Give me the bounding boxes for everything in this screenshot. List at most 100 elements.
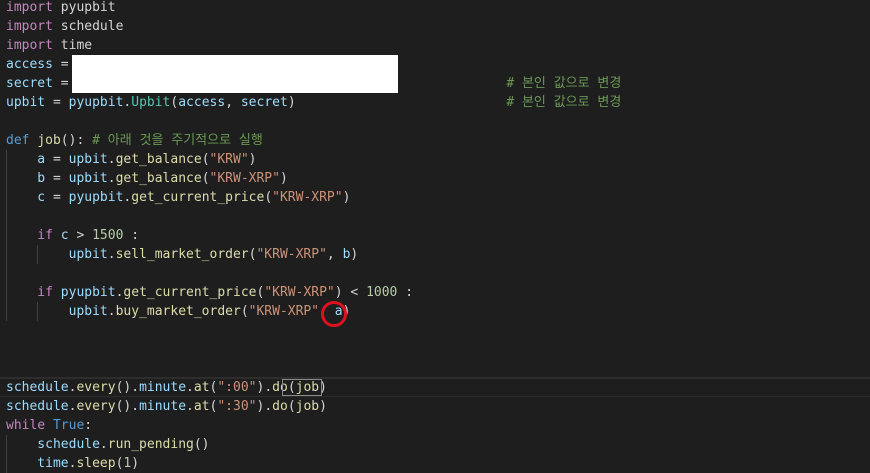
code-token: upbit	[68, 171, 108, 186]
code-token: ()	[193, 437, 210, 452]
code-token: sleep	[76, 456, 116, 471]
code-token: .	[107, 152, 116, 167]
code-token: schedule	[6, 437, 100, 452]
code-line[interactable]	[0, 340, 870, 359]
code-token: (	[287, 399, 296, 414]
code-line[interactable]	[0, 112, 870, 131]
code-line[interactable]: import time	[0, 36, 870, 55]
code-line[interactable]: schedule.every().minute.at(":30").do(job…	[0, 397, 870, 416]
code-token: every	[76, 399, 116, 414]
code-token: pyupbit	[60, 285, 116, 300]
code-line[interactable]: c = pyupbit.get_current_price("KRW-XRP")	[0, 188, 870, 207]
code-token: do	[272, 399, 288, 414]
indent-guide	[6, 207, 7, 226]
code-token: =	[45, 152, 69, 167]
code-text: a = upbit.get_balance("KRW")	[6, 150, 256, 169]
code-line[interactable]: if pyupbit.get_current_price("KRW-XRP") …	[0, 283, 870, 302]
code-line[interactable]	[0, 359, 870, 378]
code-token: get_current_price	[131, 190, 265, 205]
code-line[interactable]: upbit.sell_market_order("KRW-XRP", b)	[0, 245, 870, 264]
code-line[interactable]: import pyupbit	[0, 0, 870, 17]
code-token: time	[6, 456, 69, 471]
code-line[interactable]: schedule.run_pending()	[0, 435, 870, 454]
code-text: if pyupbit.get_current_price("KRW-XRP") …	[6, 283, 413, 302]
code-token: >	[68, 228, 93, 243]
code-token: pyupbit	[68, 190, 124, 205]
code-token: pyupbit	[68, 95, 124, 110]
code-text: def job(): # 아래 것을 주기적으로 실행	[6, 131, 263, 150]
code-token: "KRW-XRP"	[256, 247, 327, 262]
code-token: 1000	[366, 285, 398, 300]
code-token: .	[107, 247, 116, 262]
code-text: secret =	[6, 74, 76, 93]
code-token: ) <	[334, 285, 367, 300]
code-token: buy_market_order	[115, 304, 241, 319]
code-token: Upbit	[131, 95, 171, 110]
code-token: )	[342, 190, 351, 205]
indent-guide	[6, 264, 7, 283]
code-token: =	[45, 190, 69, 205]
bracket-match-highlight	[282, 379, 322, 396]
code-token: )	[248, 152, 257, 167]
code-token: (	[201, 152, 210, 167]
code-line[interactable]: def job(): # 아래 것을 주기적으로 실행	[0, 131, 870, 150]
code-token: secret	[6, 76, 53, 91]
code-token: )	[279, 171, 288, 186]
code-token: import	[6, 19, 53, 34]
code-line[interactable]: while True:	[0, 416, 870, 435]
code-text: schedule.run_pending()	[6, 435, 210, 454]
code-text: schedule.every().minute.at(":30").do(job…	[6, 397, 327, 416]
code-token: schedule	[52, 19, 124, 34]
code-token: get_balance	[115, 152, 202, 167]
code-token: ().	[115, 399, 140, 414]
code-token: .	[186, 399, 194, 414]
code-text: if c > 1500 :	[6, 226, 139, 245]
code-token: job	[295, 399, 320, 414]
code-line[interactable]: import schedule	[0, 17, 870, 36]
code-text: while True:	[6, 416, 92, 435]
code-line[interactable]: upbit = pyupbit.Upbit(access, secret)	[0, 93, 870, 112]
code-token: if	[6, 228, 53, 243]
current-line-highlight	[0, 378, 870, 397]
annotation-circle	[321, 301, 347, 327]
code-line[interactable]: time.sleep(1)	[0, 454, 870, 473]
code-line[interactable]: upbit.buy_market_order("KRW-XRP", a)	[0, 302, 870, 321]
code-token: c	[6, 190, 46, 205]
code-line[interactable]	[0, 321, 870, 340]
code-token: ,	[225, 95, 241, 110]
code-token: )	[287, 95, 296, 110]
code-token: )	[319, 399, 327, 414]
code-text: import time	[6, 36, 92, 55]
code-text: b = upbit.get_balance("KRW-XRP")	[6, 169, 288, 188]
code-line[interactable]: if c > 1500 :	[0, 226, 870, 245]
secret-comment: # 본인 값으로 변경	[506, 95, 622, 110]
code-token: if	[6, 285, 53, 300]
code-token: 1500	[92, 228, 124, 243]
code-token: upbit	[68, 152, 108, 167]
code-token: "KRW-XRP"	[248, 304, 320, 319]
code-token: ":30"	[217, 399, 257, 414]
code-token: (	[201, 171, 210, 186]
code-token: ,	[326, 247, 343, 262]
code-token: ():	[60, 133, 93, 148]
code-line[interactable]	[0, 207, 870, 226]
access-key-redaction	[72, 55, 398, 73]
code-text: upbit.buy_market_order("KRW-XRP", a)	[6, 302, 351, 321]
code-line[interactable]	[0, 264, 870, 283]
code-token: c	[60, 228, 69, 243]
code-line[interactable]: a = upbit.get_balance("KRW")	[0, 150, 870, 169]
code-editor[interactable]: import pyupbit import schedule import time…	[0, 0, 870, 473]
code-token: def	[6, 133, 30, 148]
code-token: (	[240, 304, 249, 319]
code-token: .	[107, 304, 116, 319]
code-token: :	[84, 418, 93, 433]
code-token: sell_market_order	[115, 247, 249, 262]
code-token: b	[6, 171, 46, 186]
code-line[interactable]: b = upbit.get_balance("KRW-XRP")	[0, 169, 870, 188]
code-token: .	[107, 171, 116, 186]
code-token: ).	[256, 399, 273, 414]
code-token: run_pending	[107, 437, 194, 452]
